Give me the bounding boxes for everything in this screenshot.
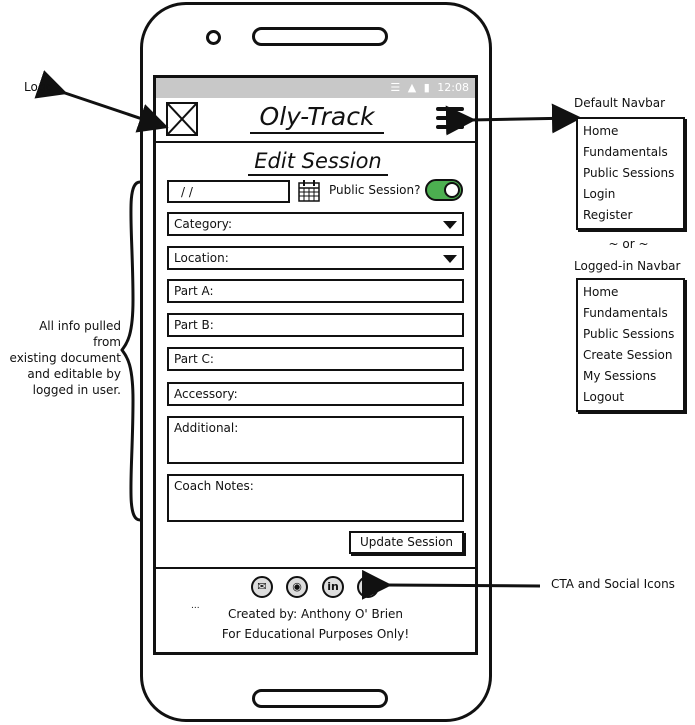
nav-item-public-sessions[interactable]: Public Sessions xyxy=(583,324,678,345)
nav-item-register[interactable]: Register xyxy=(583,205,678,226)
nav-item-public-sessions[interactable]: Public Sessions xyxy=(583,163,678,184)
left-note-line: All info pulled from xyxy=(39,319,121,349)
nav-item-create-session[interactable]: Create Session xyxy=(583,345,678,366)
default-navbar-box: Home Fundamentals Public Sessions Login … xyxy=(576,117,685,230)
nav-item-fundamentals[interactable]: Fundamentals xyxy=(583,142,678,163)
default-navbar-title: Default Navbar xyxy=(574,96,665,110)
or-annotation: ~ or ~ xyxy=(608,237,649,251)
left-note-line: and editable by xyxy=(27,367,121,381)
logo-annotation: Logo xyxy=(24,80,53,94)
left-note-line: existing document xyxy=(9,351,121,365)
loggedin-navbar-title: Logged-in Navbar xyxy=(574,259,681,273)
nav-item-logout[interactable]: Logout xyxy=(583,387,678,408)
left-annotation: All info pulled from existing document a… xyxy=(8,318,121,398)
nav-item-home[interactable]: Home xyxy=(583,282,678,303)
nav-item-fundamentals[interactable]: Fundamentals xyxy=(583,303,678,324)
nav-item-home[interactable]: Home xyxy=(583,121,678,142)
cta-annotation: CTA and Social Icons xyxy=(551,577,675,591)
loggedin-navbar-box: Home Fundamentals Public Sessions Create… xyxy=(576,278,685,412)
nav-item-my-sessions[interactable]: My Sessions xyxy=(583,366,678,387)
left-note-line: logged in user. xyxy=(32,383,121,397)
nav-item-login[interactable]: Login xyxy=(583,184,678,205)
